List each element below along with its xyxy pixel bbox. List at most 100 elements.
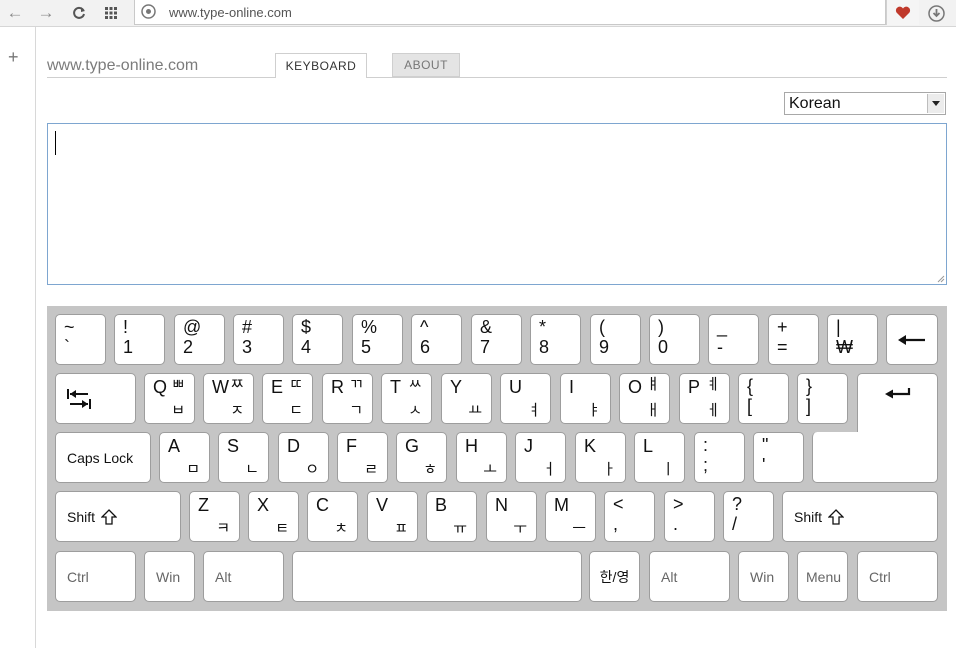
key-c[interactable]: Cㅊ [307,491,358,542]
key-right-bracket[interactable]: }] [797,373,848,424]
chevron-down-icon[interactable] [927,94,944,113]
key-semicolon[interactable]: :; [694,432,745,483]
key-shift-right[interactable]: Shift [782,491,938,542]
key-quote[interactable]: " ' [753,432,804,483]
key-g[interactable]: Gㅎ [396,432,447,483]
key-p[interactable]: Pㅖㅔ [679,373,730,424]
key-lower: 7 [480,337,491,357]
key-t[interactable]: Tㅆㅅ [381,373,432,424]
address-bar[interactable]: www.type-online.com [134,0,886,25]
reload-button[interactable] [69,3,89,23]
key-win-left[interactable]: Win [144,551,195,602]
key-4[interactable]: $4 [292,314,343,365]
key-d[interactable]: Dㅇ [278,432,329,483]
key-label: Alt [215,568,232,585]
key-o[interactable]: Oㅒㅐ [619,373,670,424]
key-8[interactable]: * 8 [530,314,581,365]
key-latin: M [554,495,569,515]
key-shift-left[interactable]: Shift [55,491,181,542]
plus-icon[interactable]: + [8,47,19,68]
key-won[interactable]: | ₩ [827,314,878,365]
browser-toolbar: ← → www.type-online.com [0,0,956,27]
key-e[interactable]: Eㄸㄷ [262,373,313,424]
key-label: Shift [67,492,118,541]
key-z[interactable]: Zㅋ [189,491,240,542]
key-k[interactable]: Kㅏ [575,432,626,483]
language-select[interactable]: Korean [784,92,946,115]
key-lower: ₩ [836,337,853,357]
key-latin: O [628,377,643,397]
shift-label: Shift [794,508,823,525]
key-label: Alt [661,568,678,585]
key-l[interactable]: Lㅣ [634,432,685,483]
tab-about[interactable]: ABOUT [392,53,460,77]
key-s[interactable]: Sㄴ [218,432,269,483]
key-slash[interactable]: ? / [723,491,774,542]
key-hangul: ㅊ [334,520,348,537]
key-enter[interactable] [857,373,938,434]
key-win-right[interactable]: Win [738,551,789,602]
key-enter-lower[interactable] [812,432,938,483]
key-space[interactable] [292,551,582,602]
key-j[interactable]: Jㅓ [515,432,566,483]
resize-grip-icon[interactable] [935,273,945,283]
key-period[interactable]: >. [664,491,715,542]
text-caret [55,131,56,155]
key-i[interactable]: Iㅑ [560,373,611,424]
key-b[interactable]: Bㅠ [426,491,477,542]
site-title[interactable]: www.type-online.com [47,57,198,75]
key-ctrl-left[interactable]: Ctrl [55,551,136,602]
key-hangul: ㅇ [305,461,319,478]
key-hangul: ㅓ [542,461,556,478]
key-hangul: ㅈ [230,402,244,419]
key-left-bracket[interactable]: {[ [738,373,789,424]
key-q[interactable]: Qㅃㅂ [144,373,195,424]
key-3[interactable]: #3 [233,314,284,365]
key-upper: | [836,317,841,337]
key-tab[interactable] [55,373,136,424]
key-backspace[interactable] [886,314,938,365]
key-7[interactable]: & 7 [471,314,522,365]
favorite-button[interactable] [886,0,919,25]
key-f[interactable]: Fㄹ [337,432,388,483]
key-2[interactable]: @2 [174,314,225,365]
key-hangul: ㄷ [289,402,303,419]
back-button[interactable]: ← [5,3,25,23]
key-u[interactable]: Uㅕ [500,373,551,424]
key-0[interactable]: ) 0 [649,314,700,365]
key-x[interactable]: Xㅌ [248,491,299,542]
key-ctrl-right[interactable]: Ctrl [857,551,938,602]
key-alt-left[interactable]: Alt [203,551,284,602]
key-r[interactable]: Rㄲㄱ [322,373,373,424]
key-caps-lock[interactable]: Caps Lock [55,432,151,483]
key-6[interactable]: ^ 6 [411,314,462,365]
key-5[interactable]: % 5 [352,314,403,365]
key-minus[interactable]: _ - [708,314,759,365]
key-upper: % [361,317,378,337]
forward-button[interactable]: → [36,3,56,23]
key-upper: # [242,317,253,337]
download-button[interactable] [926,3,946,23]
key-v[interactable]: Vㅍ [367,491,418,542]
key-1[interactable]: ! 1 [114,314,165,365]
key-han-yeong[interactable]: 한/영 [589,551,640,602]
key-a[interactable]: Aㅁ [159,432,210,483]
typing-area[interactable] [47,123,947,285]
key-equals[interactable]: + = [768,314,819,365]
key-w[interactable]: Wㅉㅈ [203,373,254,424]
key-upper: ( [599,317,605,337]
key-hangul: ㅂ [171,402,185,419]
key-hangul: ㅅ [408,402,422,419]
key-hangul: ㅍ [394,520,408,537]
key-h[interactable]: Hㅗ [456,432,507,483]
key-9[interactable]: (9 [590,314,641,365]
key-comma[interactable]: <, [604,491,655,542]
tab-keyboard[interactable]: KEYBOARD [275,53,367,78]
key-m[interactable]: Mㅡ [545,491,596,542]
key-alt-right[interactable]: Alt [649,551,730,602]
key-y[interactable]: Yㅛ [441,373,492,424]
key-n[interactable]: Nㅜ [486,491,537,542]
apps-button[interactable] [101,3,121,23]
key-menu[interactable]: Menu [797,551,848,602]
key-backtick[interactable]: ~ ` [55,314,106,365]
